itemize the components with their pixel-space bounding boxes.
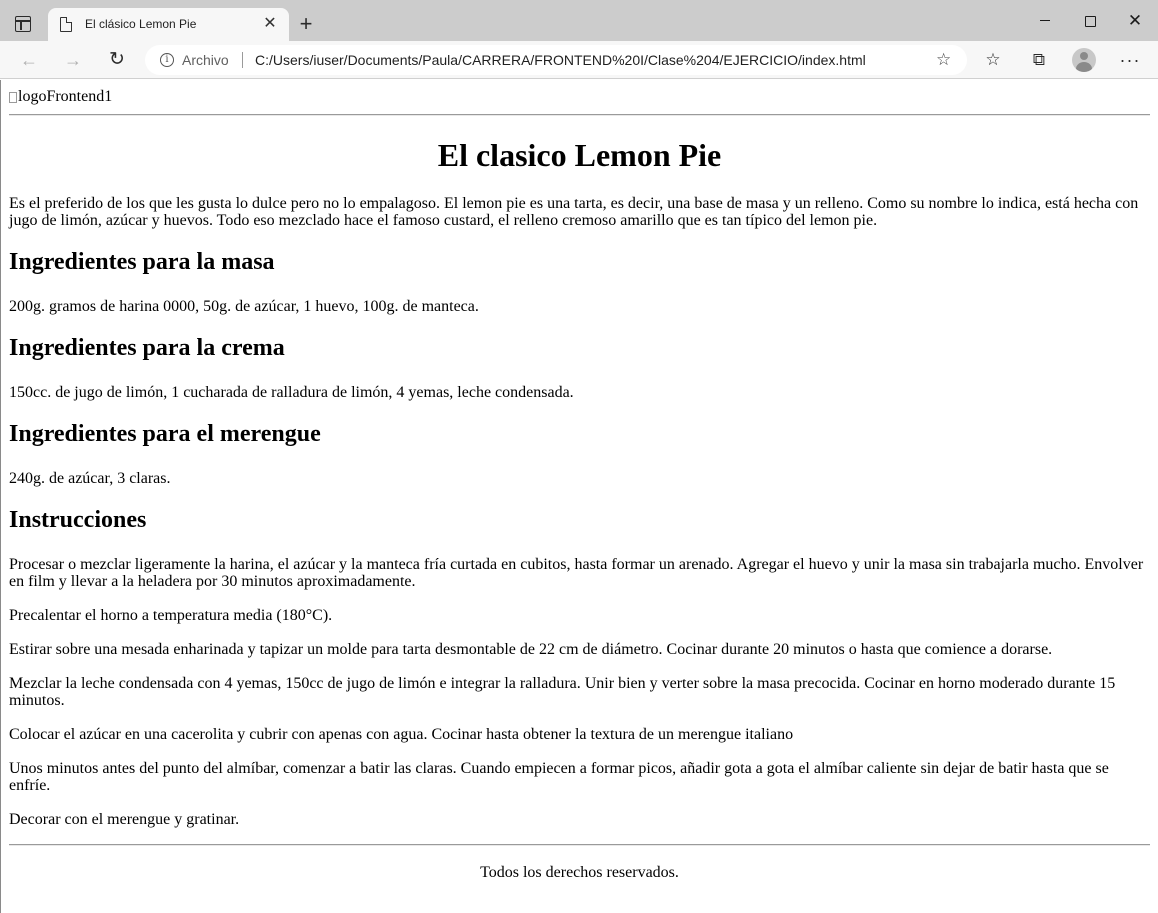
section-heading-masa: Ingredientes para la masa <box>9 249 275 275</box>
logo-image-broken: logoFrontend1 <box>9 88 1150 106</box>
forward-button[interactable]: → <box>61 48 85 72</box>
intro-paragraph: Es el preferido de los que les gusta lo … <box>9 195 1139 229</box>
page-viewport: logoFrontend1 El clasico Lemon Pie Es el… <box>0 80 1158 913</box>
instruction-step: Unos minutos antes del punto del almíbar… <box>9 760 1109 794</box>
new-tab-button[interactable]: + <box>294 13 318 37</box>
scheme-label: Archivo <box>182 52 229 68</box>
more-icon[interactable]: ··· <box>1118 48 1142 72</box>
browser-tab[interactable]: El clásico Lemon Pie ✕ <box>48 8 289 41</box>
footer-text: Todos los derechos reservados. <box>480 864 679 881</box>
page-icon <box>60 17 72 32</box>
address-bar[interactable]: i Archivo C:/Users/iuser/Documents/Paula… <box>145 45 967 75</box>
instruction-step: Decorar con el merengue y gratinar. <box>9 811 240 828</box>
page-content: logoFrontend1 El clasico Lemon Pie Es el… <box>9 88 1150 881</box>
instruction-step: Mezclar la leche condensada con 4 yemas,… <box>9 675 1116 709</box>
broken-image-icon <box>9 91 17 103</box>
logo-alt-text: logoFrontend1 <box>18 88 113 105</box>
star-plus-icon[interactable]: ☆ <box>936 50 951 70</box>
tab-actions-icon[interactable] <box>15 16 31 32</box>
close-window-button[interactable]: ✕ <box>1112 6 1158 36</box>
close-icon[interactable]: ✕ <box>261 15 279 33</box>
reload-button[interactable]: ↻ <box>105 48 129 72</box>
instruction-step: Estirar sobre una mesada enharinada y ta… <box>9 641 1053 658</box>
profile-icon[interactable] <box>1072 48 1096 72</box>
instruction-step: Procesar o mezclar ligeramente la harina… <box>9 556 1144 590</box>
browser-toolbar: ← → ↻ i Archivo C:/Users/iuser/Documents… <box>0 41 1158 79</box>
back-button[interactable]: ← <box>17 48 41 72</box>
url-text[interactable]: C:/Users/iuser/Documents/Paula/CARRERA/F… <box>255 52 866 68</box>
section-heading-crema: Ingredientes para la crema <box>9 335 285 361</box>
instruction-step: Precalentar el horno a temperatura media… <box>9 607 333 624</box>
section-text-crema: 150cc. de jugo de limón, 1 cucharada de … <box>9 384 574 401</box>
minimize-button[interactable] <box>1022 6 1068 36</box>
section-text-merengue: 240g. de azúcar, 3 claras. <box>9 470 171 487</box>
collections-icon[interactable]: ⧉ <box>1027 48 1051 72</box>
instructions-heading: Instrucciones <box>9 507 147 533</box>
header-divider <box>9 114 1150 116</box>
section-heading-merengue: Ingredientes para el merengue <box>9 421 321 447</box>
address-divider <box>242 52 243 68</box>
footer-divider <box>9 844 1150 846</box>
maximize-button[interactable] <box>1066 6 1112 36</box>
instruction-step: Colocar el azúcar en una cacerolita y cu… <box>9 726 794 743</box>
tab-title: El clásico Lemon Pie <box>85 17 197 31</box>
page-title: El clasico Lemon Pie <box>437 137 722 173</box>
section-text-masa: 200g. gramos de harina 0000, 50g. de azú… <box>9 298 479 315</box>
info-icon[interactable]: i <box>160 53 174 67</box>
favorites-icon[interactable]: ☆ <box>981 48 1005 72</box>
tab-strip: El clásico Lemon Pie ✕ + ✕ <box>0 0 1158 41</box>
